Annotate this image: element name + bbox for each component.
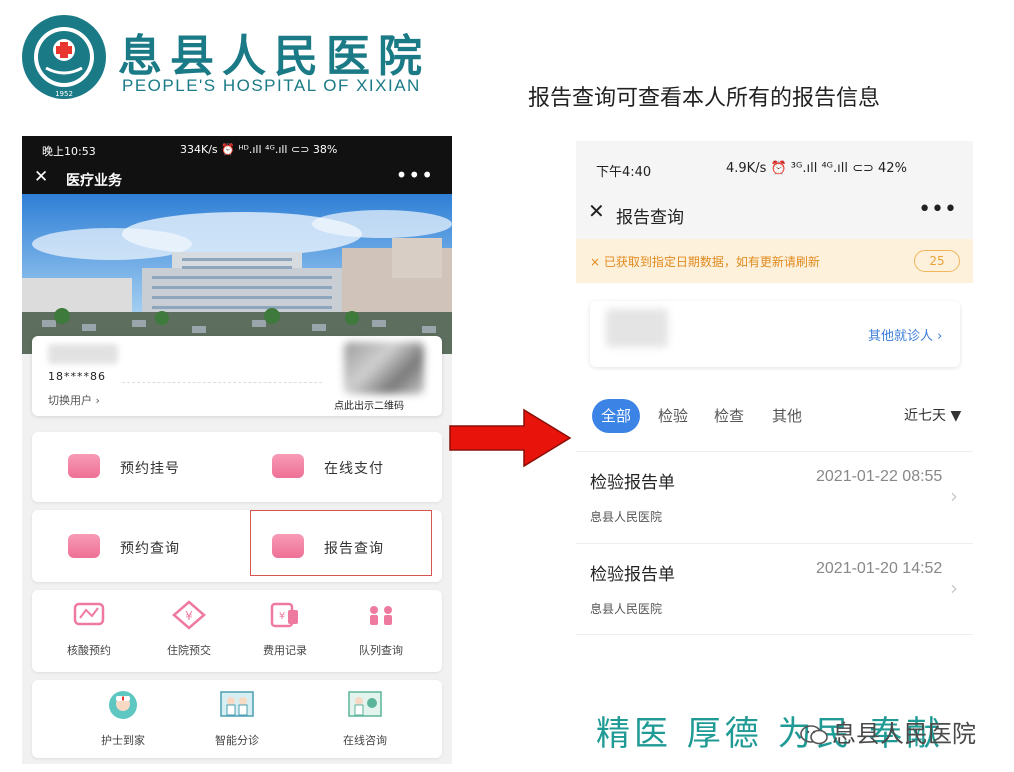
nucleic-acid-icon <box>73 602 105 626</box>
chevron-right-icon: › <box>950 576 958 600</box>
online-payment-button[interactable]: 在线支付 <box>272 446 452 486</box>
more-icon[interactable]: ••• <box>396 163 434 187</box>
appointment-register-label: 预约挂号 <box>120 461 180 477</box>
status-bar: 下午4:40 4.9K/s ⏰ ³ᴳ.ıll ⁴ᴳ.ıll ⊂⊃ 42% <box>576 141 973 187</box>
phone-screenshot-home: 晚上10:53 334K/s ⏰ ᴴᴰ.ıll ⁴ᴳ.ıll ⊂⊃ 38% ✕ … <box>22 136 452 764</box>
queue-query-button[interactable]: 队列查询 <box>334 596 428 666</box>
refresh-countdown-button[interactable]: 25 <box>914 250 960 272</box>
report-list-item[interactable]: 检验报告单 2021-01-22 08:55 息县人民医院 › <box>576 451 973 543</box>
fee-records-label: 费用记录 <box>263 644 307 657</box>
smart-triage-button[interactable]: 智能分诊 <box>190 686 284 756</box>
inpatient-deposit-button[interactable]: ¥ 住院预交 <box>142 596 236 666</box>
triage-doctors-icon <box>220 691 254 717</box>
user-name-masked <box>48 344 118 364</box>
status-indicators: 4.9K/s ⏰ ³ᴳ.ıll ⁴ᴳ.ıll ⊂⊃ 42% <box>726 161 907 176</box>
switch-user-label: 切换用户 › <box>48 394 100 407</box>
status-time: 下午4:40 <box>596 165 652 180</box>
appointment-query-label: 预约查询 <box>120 541 180 557</box>
nav-bar: ✕ 报告查询 ••• <box>576 187 973 239</box>
user-phone: 18****86 <box>48 370 106 383</box>
refresh-notice: × 已获取到指定日期数据，如有更新请刷新 25 <box>576 239 973 283</box>
inpatient-deposit-label: 住院预交 <box>167 644 211 657</box>
report-date: 2021-01-22 08:55 <box>816 468 943 485</box>
nucleic-acid-label: 核酸预约 <box>67 644 111 657</box>
watermark-text: 息县人民医院 <box>832 720 976 748</box>
appointment-query-button[interactable]: 预约查询 <box>68 526 248 566</box>
tab-other[interactable]: 其他 <box>772 399 802 433</box>
close-icon[interactable]: ✕ <box>34 167 48 187</box>
report-list-item[interactable]: 检验报告单 2021-01-20 14:52 息县人民医院 › <box>576 543 973 635</box>
svg-text:¥: ¥ <box>279 611 285 622</box>
online-payment-label: 在线支付 <box>324 461 384 477</box>
tab-exam[interactable]: 检查 <box>714 399 744 433</box>
status-bar: 晚上10:53 334K/s ⏰ ᴴᴰ.ıll ⁴ᴳ.ıll ⊂⊃ 38% <box>22 136 452 162</box>
report-filter-tabs: 全部 检验 检查 其他 近七天 ▼ <box>576 395 973 437</box>
calendar-icon <box>68 454 100 478</box>
status-time: 晚上10:53 <box>42 145 96 158</box>
chevron-right-icon: › <box>950 484 958 508</box>
report-query-highlight-box <box>250 510 432 576</box>
report-title: 检验报告单 <box>590 565 675 585</box>
report-hospital: 息县人民医院 <box>590 510 663 524</box>
menu-card-primary: 预约挂号 在线支付 <box>32 432 442 502</box>
seal-year: 1952 <box>55 90 73 98</box>
online-consult-label: 在线咨询 <box>343 734 387 747</box>
wechat-watermark: 息县人民医院 <box>800 714 976 749</box>
menu-card-services: 核酸预约 ¥ 住院预交 ¥ 费用记录 队列查询 <box>32 590 442 672</box>
svg-text:¥: ¥ <box>185 609 193 623</box>
tab-all[interactable]: 全部 <box>592 399 640 433</box>
slide-caption: 报告查询可查看本人所有的报告信息 <box>528 86 881 111</box>
notice-message: × 已获取到指定日期数据，如有更新请刷新 <box>590 255 820 269</box>
hospital-banner-image <box>22 194 452 354</box>
yuan-icon <box>272 454 304 478</box>
nucleic-acid-booking-button[interactable]: 核酸预约 <box>42 596 136 666</box>
date-range-dropdown[interactable]: 近七天 ▼ <box>904 399 961 433</box>
user-card: 18****86 切换用户 › 点此出示二维码 <box>32 336 442 416</box>
divider <box>122 382 322 383</box>
smart-triage-label: 智能分诊 <box>215 734 259 747</box>
queue-query-label: 队列查询 <box>359 644 403 657</box>
fee-records-button[interactable]: ¥ 费用记录 <box>238 596 332 666</box>
hospital-seal-icon: 1952 <box>22 15 106 99</box>
red-arrow-right-icon <box>449 408 572 468</box>
page-title: 医疗业务 <box>66 173 122 189</box>
tab-lab[interactable]: 检验 <box>658 399 688 433</box>
menu-card-consult: 护士到家 智能分诊 在线咨询 <box>32 680 442 758</box>
qr-code-icon[interactable] <box>344 342 424 394</box>
patient-name-masked <box>606 309 668 347</box>
more-icon[interactable]: ••• <box>918 197 957 222</box>
page-title: 报告查询 <box>616 208 684 228</box>
bill-icon: ¥ <box>270 602 298 628</box>
online-consult-button[interactable]: 在线咨询 <box>318 686 412 756</box>
consult-doctor-icon <box>348 691 382 717</box>
wechat-icon <box>800 725 828 745</box>
brand-name-cn: 息县人民医院 <box>118 31 430 82</box>
close-icon[interactable]: ✕ <box>588 199 605 223</box>
other-patient-link[interactable]: 其他就诊人 › <box>868 325 942 344</box>
nurse-icon <box>109 691 137 719</box>
nurse-home-button[interactable]: 护士到家 <box>76 686 170 756</box>
report-hospital: 息县人民医院 <box>590 602 663 616</box>
appointment-register-button[interactable]: 预约挂号 <box>68 446 248 486</box>
phone-screenshot-report: 下午4:40 4.9K/s ⏰ ³ᴳ.ıll ⁴ᴳ.ıll ⊂⊃ 42% ✕ 报… <box>576 141 973 637</box>
brand-name-en: PEOPLE'S HOSPITAL OF XIXIAN <box>122 76 421 95</box>
status-indicators: 334K/s ⏰ ᴴᴰ.ıll ⁴ᴳ.ıll ⊂⊃ 38% <box>180 143 338 156</box>
queue-people-icon <box>370 606 392 625</box>
yuan-diamond-icon: ¥ <box>172 600 206 630</box>
nurse-home-label: 护士到家 <box>101 734 145 747</box>
qr-code-label[interactable]: 点此出示二维码 <box>334 397 404 412</box>
report-title: 检验报告单 <box>590 473 675 493</box>
patient-card: 其他就诊人 › <box>590 301 960 367</box>
nav-bar: ✕ 医疗业务 ••• <box>22 162 452 194</box>
hospital-logo: 1952 息县人民医院 PEOPLE'S HOSPITAL OF XIXIAN <box>18 12 448 102</box>
search-icon <box>68 534 100 558</box>
report-date: 2021-01-20 14:52 <box>816 560 943 577</box>
